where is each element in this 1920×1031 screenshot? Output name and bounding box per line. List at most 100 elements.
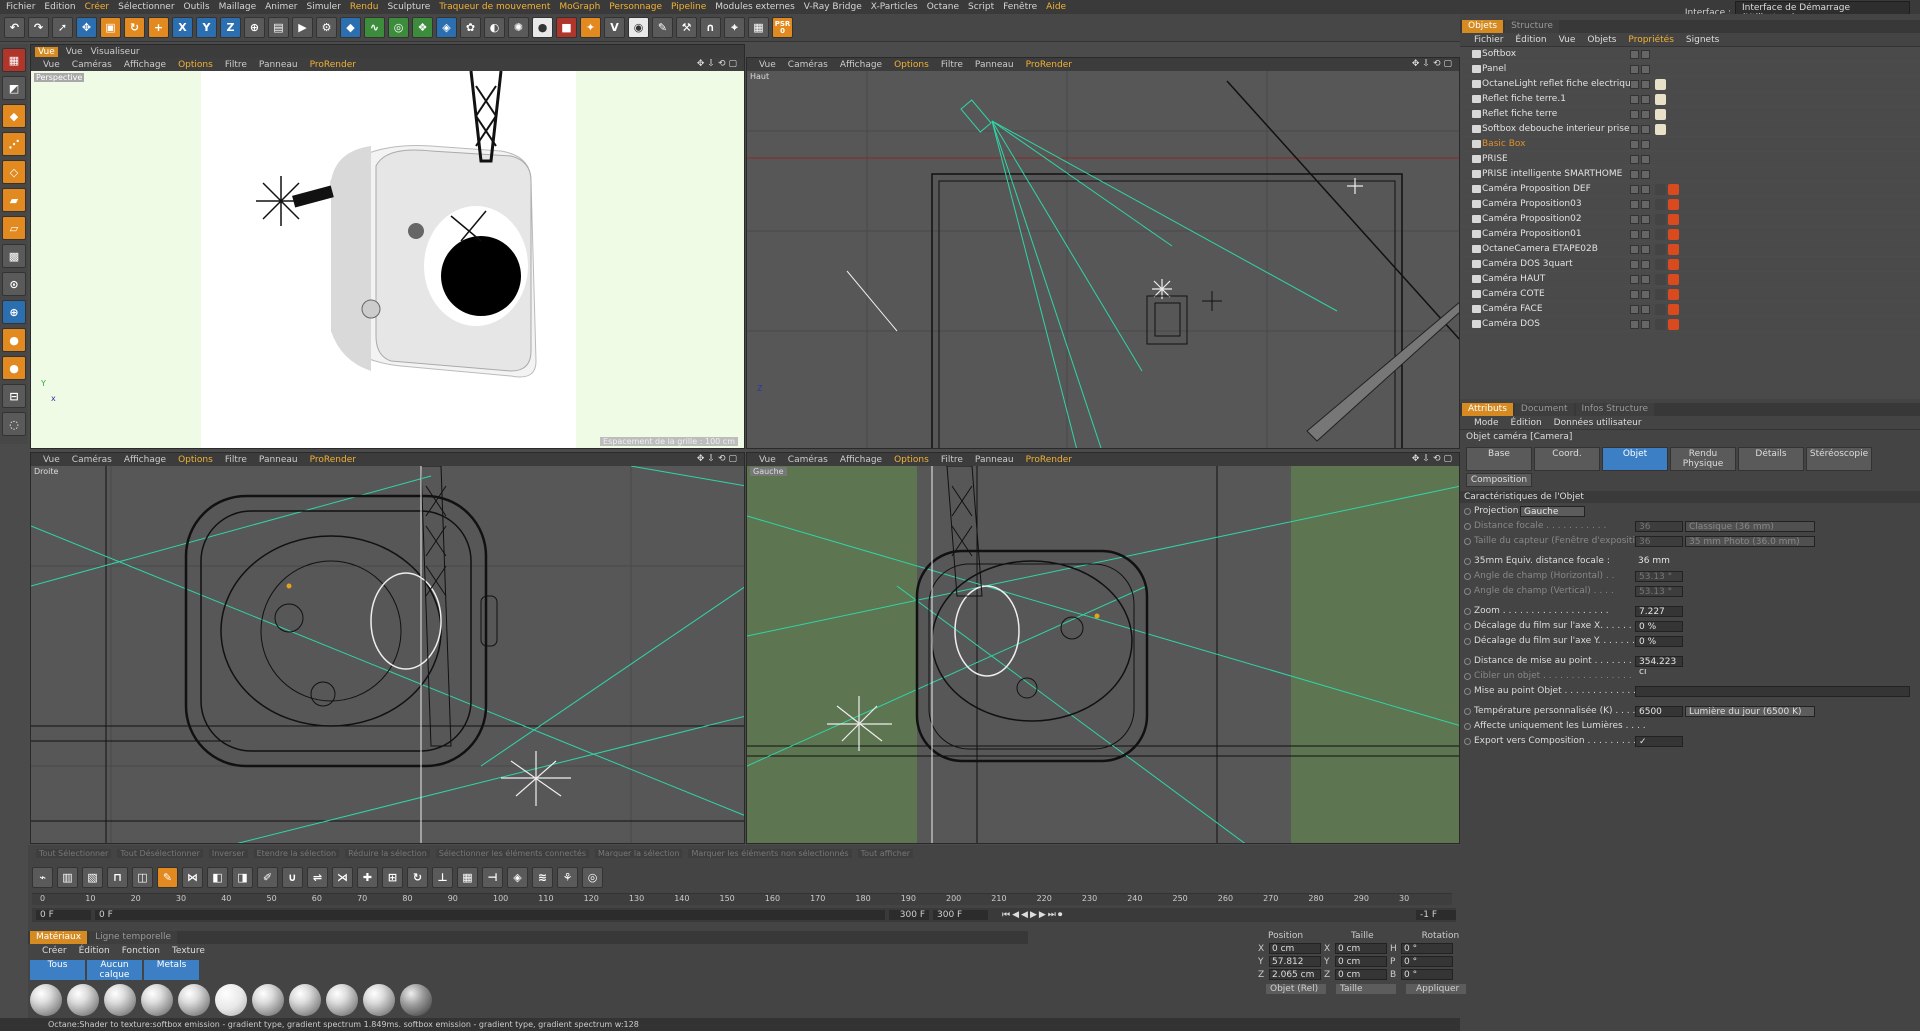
cube-icon[interactable]: ◆ — [340, 17, 361, 38]
render-view-icon[interactable]: ▶ — [292, 17, 313, 38]
flag-icon[interactable] — [1641, 199, 1650, 209]
material-thumbnail[interactable] — [104, 984, 136, 1016]
tab-vue-2[interactable]: Vue — [66, 47, 83, 57]
material-thumbnail[interactable] — [289, 984, 321, 1016]
light-icon[interactable]: ✺ — [508, 17, 529, 38]
camera-tag-icon[interactable] — [1668, 288, 1679, 300]
menu-item[interactable]: Animer — [265, 2, 297, 12]
material-thumbnail[interactable] — [178, 984, 210, 1016]
projection-dropdown[interactable]: Gauche — [1520, 505, 1585, 517]
flag-icon[interactable] — [1630, 319, 1639, 329]
vp-menu-panneau[interactable]: Panneau — [975, 455, 1014, 465]
flag-icon[interactable] — [1641, 229, 1650, 239]
flag-icon[interactable] — [1630, 214, 1639, 224]
ring-icon[interactable]: ◎ — [582, 867, 603, 888]
anim-dot-icon[interactable] — [1464, 722, 1471, 730]
obj-menu-vue[interactable]: Vue — [1559, 35, 1576, 45]
mat-menu-edition[interactable]: Édition — [79, 946, 110, 956]
flag-icon[interactable] — [1630, 49, 1639, 59]
anim-dot-icon[interactable] — [1464, 537, 1471, 545]
rotate-icon[interactable]: ↻ — [124, 17, 145, 38]
material-tag-icon[interactable] — [1655, 123, 1666, 135]
camera-tag-icon[interactable] — [1655, 183, 1666, 195]
visibility-flags[interactable] — [1630, 229, 1650, 239]
object-row[interactable]: PRISE — [1460, 152, 1920, 167]
visibility-flags[interactable] — [1630, 139, 1650, 149]
relax-icon[interactable]: ⚘ — [557, 867, 578, 888]
anim-dot-icon[interactable] — [1464, 572, 1471, 580]
flag-icon[interactable] — [1630, 289, 1639, 299]
menu-item[interactable]: Modules externes — [715, 2, 795, 12]
polygons-mode-icon[interactable]: ▰ — [2, 188, 26, 212]
filter-tous[interactable]: Tous — [30, 960, 85, 980]
model-mode-icon[interactable]: ◩ — [2, 76, 26, 100]
anim-dot-icon[interactable] — [1464, 557, 1471, 565]
attribute-value[interactable]: 36 — [1635, 535, 1683, 547]
mat-menu-creer[interactable]: Créer — [42, 946, 67, 956]
object-row[interactable]: Caméra Proposition01 — [1460, 227, 1920, 242]
object-row[interactable]: Caméra Proposition03 — [1460, 197, 1920, 212]
menu-item[interactable]: Aide — [1046, 2, 1066, 12]
magnet-tool-icon[interactable]: ∪ — [282, 867, 303, 888]
object-row[interactable]: Softbox — [1460, 47, 1920, 62]
menu-item[interactable]: Outils — [184, 2, 210, 12]
material-thumbnail[interactable] — [67, 984, 99, 1016]
selection-button[interactable]: Etendre la sélection — [253, 849, 340, 858]
vp-menu-prorender[interactable]: ProRender — [1026, 60, 1072, 70]
attr-menu-edition[interactable]: Édition — [1511, 418, 1542, 428]
coord-field[interactable]: 0 ° — [1401, 969, 1453, 980]
cube-tool-icon[interactable]: ◧ — [207, 867, 228, 888]
edges-mode-icon[interactable]: ◇ — [2, 160, 26, 184]
object-row[interactable]: OctaneLight reflet fiche electrique — [1460, 77, 1920, 92]
menu-item[interactable]: X-Particles — [871, 2, 918, 12]
flag-icon[interactable] — [1630, 244, 1639, 254]
camera-tag-icon[interactable] — [1655, 228, 1666, 240]
camera-tag-icon[interactable] — [1668, 303, 1679, 315]
attribute-dropdown[interactable]: 35 mm Photo (36.0 mm) — [1685, 535, 1815, 547]
vp-menu-vue[interactable]: Vue — [759, 455, 776, 465]
flag-icon[interactable] — [1641, 184, 1650, 194]
flag-icon[interactable] — [1641, 289, 1650, 299]
anim-dot-icon[interactable] — [1464, 707, 1471, 715]
viewport-top[interactable]: Vue Caméras Affichage Options Filtre Pan… — [746, 57, 1460, 449]
matrix-icon[interactable]: ⊞ — [382, 867, 403, 888]
vp-menu-prorender[interactable]: ProRender — [310, 455, 356, 465]
attribute-value[interactable]: 36 mm — [1635, 556, 1683, 567]
scene-icon[interactable]: ✿ — [460, 17, 481, 38]
vp-menu-cameras[interactable]: Caméras — [72, 60, 112, 70]
vp-menu-affichage[interactable]: Affichage — [124, 60, 166, 70]
flag-icon[interactable] — [1630, 169, 1639, 179]
attribute-value[interactable] — [1635, 685, 1910, 697]
flag-icon[interactable] — [1641, 214, 1650, 224]
coord-field[interactable]: 0 cm — [1335, 943, 1387, 954]
object-row[interactable]: Basic Box — [1460, 137, 1920, 152]
obj-menu-proprietes[interactable]: Propriétés — [1628, 35, 1673, 45]
anim-dot-icon[interactable] — [1464, 622, 1471, 630]
vp-menu-prorender[interactable]: ProRender — [310, 60, 356, 70]
tool-icon[interactable]: ⚒ — [676, 17, 697, 38]
vp-menu-panneau[interactable]: Panneau — [975, 60, 1014, 70]
attribute-value[interactable]: 0 % — [1635, 620, 1683, 632]
sculpt-tool-icon[interactable]: ◈ — [507, 867, 528, 888]
camera-tag-icon[interactable] — [1668, 228, 1679, 240]
apply-button[interactable]: Appliquer — [1406, 984, 1466, 994]
camera-tag-icon[interactable] — [1668, 243, 1679, 255]
material-tag-icon[interactable] — [1655, 108, 1666, 120]
vp-menu-options[interactable]: Options — [178, 60, 213, 70]
mat-menu-fonction[interactable]: Fonction — [122, 946, 160, 956]
attribute-value[interactable]: ✓ — [1635, 735, 1683, 747]
camera-tag-icon[interactable] — [1655, 243, 1666, 255]
spline-icon[interactable]: ∿ — [364, 17, 385, 38]
bridge-icon[interactable]: ⊓ — [107, 867, 128, 888]
slide-icon[interactable]: ⇌ — [307, 867, 328, 888]
nurbs-icon[interactable]: ◎ — [388, 17, 409, 38]
selection-button[interactable]: Tout Sélectionner — [36, 849, 112, 858]
render-settings-icon[interactable]: ⚙ — [316, 17, 337, 38]
bevel-icon[interactable]: ▧ — [82, 867, 103, 888]
xparticles-icon[interactable]: ✦ — [580, 17, 601, 38]
anim-dot-icon[interactable] — [1464, 607, 1471, 615]
visibility-flags[interactable] — [1630, 214, 1650, 224]
sculpt-icon[interactable]: ◌ — [2, 412, 26, 436]
flag-icon[interactable] — [1641, 169, 1650, 179]
material-thumbnail[interactable] — [30, 984, 62, 1016]
